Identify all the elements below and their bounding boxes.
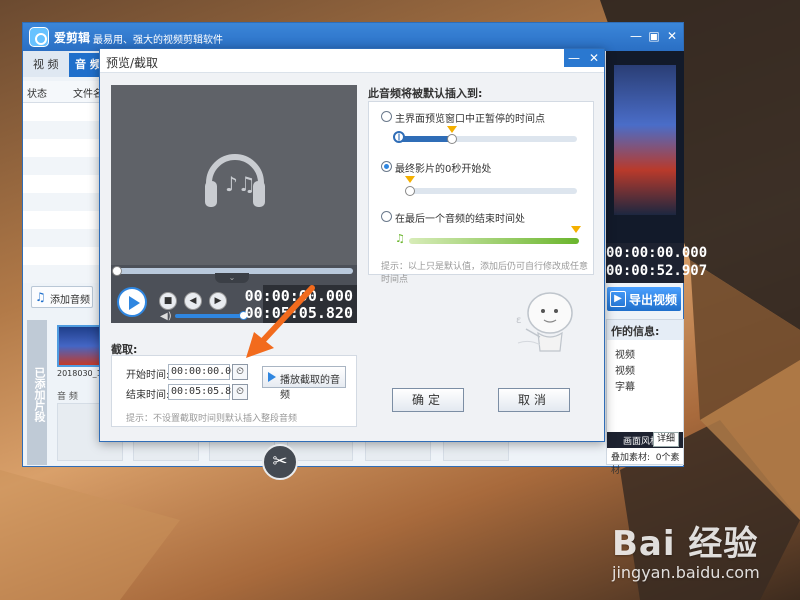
ok-button[interactable]: 确定 — [392, 388, 464, 412]
export-icon: ▶ — [610, 291, 626, 307]
baidu-jingyan-watermark: Bai 经验 jingyan.baidu.com — [612, 516, 760, 582]
volume-slider[interactable] — [175, 314, 245, 318]
info-heading: 作的信息: — [607, 320, 683, 340]
player-screen: ♪♫ — [111, 85, 357, 265]
info-item: 字幕 — [615, 382, 635, 393]
main-total-time: 00:00:52.907 — [606, 263, 708, 279]
app-logo-icon — [29, 27, 49, 47]
overlay-material-label: 叠加素材: 0个素材 — [611, 453, 680, 476]
option-movie-start-label[interactable]: 最终影片的0秒开始处 — [395, 160, 491, 175]
cut-tip: 提示：不设置截取时间则默认插入整段音频 — [126, 414, 298, 424]
position-marker-icon — [405, 176, 415, 183]
svg-text:ε: ε — [516, 315, 521, 326]
annotation-arrow-icon — [240, 282, 320, 362]
detail-button[interactable]: 详细 — [653, 432, 679, 447]
watermark-logo: Bai 经验 — [612, 524, 759, 564]
stop-button[interactable]: ■ — [159, 292, 177, 310]
start-time-label: 开始时间: — [126, 370, 170, 381]
add-audio-button[interactable]: ♫ 添加音频 — [31, 286, 93, 308]
preview-cut-dialog: 预览/截取 — ✕ ♪♫ ⌄ ■ ◀ ▶ ◀) 00:00:00.000 00:… — [99, 48, 605, 442]
cut-section: 截取: 开始时间: 00:00:00.000 ⏲ 结束时间: 00:05:05.… — [111, 341, 357, 433]
position-marker-icon — [447, 126, 457, 133]
pause-point-handle[interactable] — [447, 134, 457, 144]
main-title-bar: 爱剪辑 最易用、强大的视频剪辑软件 — ▣ ✕ — [23, 23, 683, 51]
end-time-label: 结束时间: — [126, 390, 170, 401]
radio-movie-start[interactable] — [381, 161, 392, 172]
clip-thumbnail[interactable] — [57, 325, 101, 367]
export-video-button[interactable]: ▶ 导出视频 — [607, 287, 681, 311]
info-item: 视频 — [615, 366, 635, 377]
audio-player: ♪♫ ⌄ ■ ◀ ▶ ◀) 00:00:00.000 00:05:05.820 — [111, 85, 357, 323]
last-audio-track — [409, 238, 579, 244]
start-time-input[interactable]: 00:00:00.000 — [168, 364, 243, 380]
maximize-icon[interactable]: ▣ — [645, 27, 663, 45]
audio-track-label: 音 频 — [57, 392, 78, 402]
movie-start-track — [407, 188, 577, 194]
main-preview[interactable] — [606, 51, 684, 247]
radio-last-audio-end[interactable] — [381, 211, 392, 222]
insert-position-section: 此音频将被默认插入到: 主界面预览窗口中正暂停的时间点 ∥ 最终影片的0秒开始处… — [368, 85, 594, 285]
pause-icon: ∥ — [393, 131, 405, 143]
close-icon[interactable]: ✕ — [663, 27, 681, 45]
radio-pause-point[interactable] — [381, 111, 392, 122]
play-icon — [268, 372, 276, 382]
volume-icon[interactable]: ◀) — [160, 311, 172, 322]
clock-icon[interactable]: ⏲ — [232, 364, 248, 380]
main-time-readout: 00:00:00.000 00:00:52.907 — [606, 243, 708, 283]
minimize-icon[interactable]: — — [627, 27, 645, 45]
option-pause-point-label[interactable]: 主界面预览窗口中正暂停的时间点 — [395, 110, 545, 125]
app-slogan: 最易用、强大的视频剪辑软件 — [93, 35, 223, 46]
audio-list-header: 状态 文件名 — [23, 81, 103, 103]
play-cut-audio-button[interactable]: 播放截取的音频 — [262, 366, 346, 401]
add-music-icon: ♫ — [35, 290, 46, 304]
dialog-title: 预览/截取 — [106, 56, 159, 70]
info-item: 视频 — [615, 350, 635, 361]
clip-caption: 2018030_1 — [57, 369, 101, 378]
info-panel: 作的信息: 视频 视频 字幕 画面风格 详细 叠加素材: 0个素材 — [606, 319, 684, 476]
dialog-title-bar: 预览/截取 — ✕ — [100, 49, 604, 73]
dialog-minimize-icon[interactable]: — — [564, 49, 584, 67]
insert-options-box: 主界面预览窗口中正暂停的时间点 ∥ 最终影片的0秒开始处 在最后一个音频的结束时… — [368, 101, 594, 285]
clock-icon[interactable]: ⏲ — [232, 384, 248, 400]
play-button[interactable] — [117, 287, 147, 317]
tab-video[interactable]: 视 频 — [27, 53, 65, 77]
column-status[interactable]: 状态 — [27, 85, 47, 100]
movie-start-handle[interactable] — [405, 186, 415, 196]
insert-tip: 提示：以上只是默认值，添加后仍可自行修改成任意时间点 — [381, 262, 589, 285]
audio-list[interactable] — [23, 103, 103, 283]
headphones-music-icon: ♪♫ — [203, 139, 267, 213]
seek-handle[interactable] — [112, 266, 122, 276]
mascot-illustration: ε — [510, 287, 580, 359]
cancel-button[interactable]: 取消 — [498, 388, 570, 412]
main-current-time: 00:00:00.000 — [606, 245, 708, 261]
music-note-icon: ♫ — [395, 232, 405, 245]
option-last-audio-end-label[interactable]: 在最后一个音频的结束时间处 — [395, 210, 525, 225]
end-time-input[interactable]: 00:05:05.820 — [168, 384, 243, 400]
scissors-icon[interactable]: ✂ — [262, 444, 298, 480]
cut-box: 开始时间: 00:00:00.000 ⏲ 结束时间: 00:05:05.820 … — [111, 355, 357, 427]
next-frame-button[interactable]: ▶ — [209, 292, 227, 310]
prev-frame-button[interactable]: ◀ — [184, 292, 202, 310]
preview-frame — [614, 65, 676, 215]
insert-title: 此音频将被默认插入到: — [368, 87, 483, 100]
watermark-url: jingyan.baidu.com — [612, 563, 760, 582]
position-marker-icon — [571, 226, 581, 233]
svg-text:♪♫: ♪♫ — [225, 172, 256, 196]
dialog-close-icon[interactable]: ✕ — [584, 49, 604, 67]
app-name: 爱剪辑 — [54, 31, 91, 45]
added-clips-label: 已添加片段 — [27, 320, 47, 465]
